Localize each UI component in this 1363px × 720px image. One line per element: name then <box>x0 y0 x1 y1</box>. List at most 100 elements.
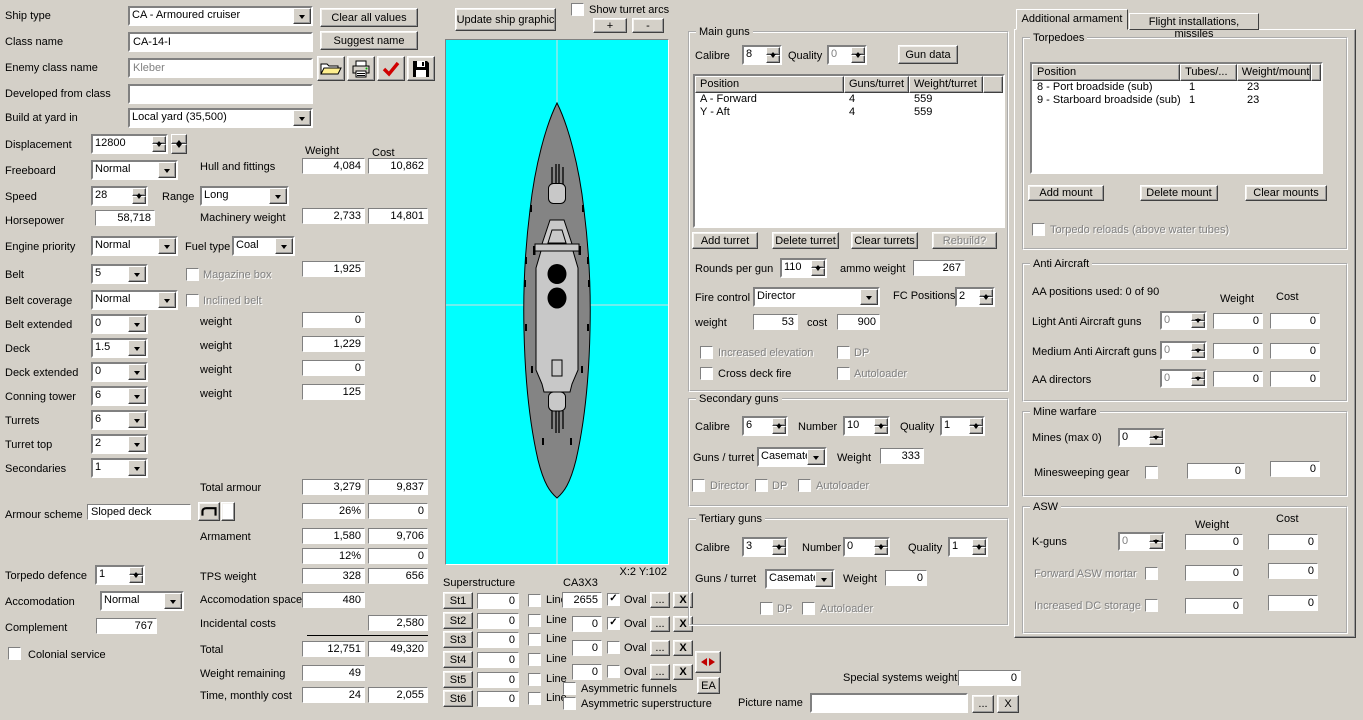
chevron-down-icon[interactable] <box>275 238 293 254</box>
k-guns-spinner[interactable]: 0 <box>1118 532 1165 551</box>
delete-mount-button[interactable]: Delete mount <box>1140 185 1218 201</box>
gun-data-button[interactable]: Gun data <box>898 45 958 64</box>
table-row[interactable]: Y - Aft 4 559 <box>695 106 1003 119</box>
st6-line-checkbox[interactable] <box>528 692 541 705</box>
magazine-box-checkbox[interactable] <box>186 268 199 281</box>
spinner-arrows[interactable] <box>1191 313 1205 328</box>
conning-tower-select[interactable]: 6 <box>91 386 148 406</box>
fc-positions-spinner[interactable]: 2 <box>955 287 995 307</box>
fuel-type-select[interactable]: Coal <box>232 236 295 256</box>
ship-graphic-canvas[interactable] <box>445 39 669 565</box>
speed-spinner[interactable]: 28 <box>91 186 148 206</box>
belt-extended-select[interactable]: 0 <box>91 314 148 334</box>
funnel3-value[interactable]: 0 <box>572 640 602 656</box>
chevron-down-icon[interactable] <box>128 340 146 356</box>
delete-turret-button[interactable]: Delete turret <box>772 232 839 249</box>
table-row[interactable]: 9 - Starboard broadside (sub) 1 23 <box>1032 94 1321 107</box>
chevron-down-icon[interactable] <box>158 238 176 254</box>
st5-button[interactable]: St5 <box>443 671 473 688</box>
spin-down-icon[interactable] <box>972 547 986 555</box>
secondary-number-spinner[interactable]: 10 <box>843 416 890 436</box>
turrets-select[interactable]: 6 <box>91 410 148 430</box>
st3-line-checkbox[interactable] <box>528 633 541 646</box>
spin-down-icon[interactable] <box>851 55 865 63</box>
funnel2-value[interactable]: 0 <box>572 616 602 632</box>
belt-coverage-select[interactable]: Normal <box>91 290 178 310</box>
spin-down-icon[interactable] <box>1191 321 1205 329</box>
funnel4-oval-checkbox[interactable] <box>607 665 620 678</box>
mines-spinner[interactable]: 0 <box>1118 428 1165 447</box>
spinner-arrows[interactable] <box>969 418 983 434</box>
spinner-arrows[interactable] <box>772 539 786 555</box>
st4-button[interactable]: St4 <box>443 651 473 668</box>
chevron-down-icon[interactable] <box>128 388 146 404</box>
spin-down-icon[interactable] <box>874 547 888 555</box>
chevron-down-icon[interactable] <box>128 316 146 332</box>
displacement-input[interactable]: 12800 <box>91 134 168 154</box>
picture-browse-button[interactable]: ... <box>972 695 994 713</box>
funnel3-delete-button[interactable]: X <box>673 640 693 656</box>
chevron-down-icon[interactable] <box>164 593 182 609</box>
flip-ship-button[interactable] <box>695 651 721 673</box>
main-quality-spinner[interactable]: 0 <box>827 45 867 65</box>
spin-down-icon[interactable] <box>766 55 780 63</box>
print-button[interactable] <box>347 56 375 81</box>
spin-down-icon[interactable] <box>1149 438 1163 446</box>
ea-button[interactable]: EA <box>697 677 720 694</box>
fire-control-select[interactable]: Director <box>753 287 880 307</box>
torpedoes-table-header[interactable]: Position Tubes/... Weight/mount <box>1032 64 1321 81</box>
chevron-down-icon[interactable] <box>815 571 833 587</box>
funnel1-browse-button[interactable]: ... <box>650 592 670 608</box>
tab-additional-armament[interactable]: Additional armament <box>1016 9 1128 30</box>
st5-line-checkbox[interactable] <box>528 673 541 686</box>
tab-flight-installations-missiles[interactable]: Flight installations, missiles <box>1129 13 1259 30</box>
st2-button[interactable]: St2 <box>443 612 473 629</box>
spinner-arrows[interactable] <box>132 188 146 204</box>
spinner-arrows[interactable] <box>979 289 993 305</box>
belt-select[interactable]: 5 <box>91 264 148 284</box>
spin-down-icon[interactable] <box>1149 542 1163 550</box>
funnel4-delete-button[interactable]: X <box>673 664 693 680</box>
spin-down-icon[interactable] <box>132 196 146 204</box>
developed-from-input[interactable] <box>128 84 313 104</box>
spinner-arrows[interactable] <box>1149 430 1163 445</box>
deck-extended-select[interactable]: 0 <box>91 362 148 382</box>
spinner-arrows[interactable] <box>874 539 888 555</box>
picture-name-input[interactable] <box>810 693 968 713</box>
chevron-down-icon[interactable] <box>860 289 878 305</box>
clear-turrets-button[interactable]: Clear turrets <box>851 232 918 249</box>
funnel4-browse-button[interactable]: ... <box>650 664 670 680</box>
secondary-mount-select[interactable]: Casemate: <box>757 447 827 467</box>
st6-button[interactable]: St6 <box>443 690 473 707</box>
chevron-down-icon[interactable] <box>293 8 311 24</box>
main-guns-table-header[interactable]: Position Guns/turret Weight/turret <box>695 76 1003 93</box>
spin-down-icon[interactable] <box>772 547 786 555</box>
add-turret-button[interactable]: Add turret <box>692 232 758 249</box>
clear-all-values-button[interactable]: Clear all values <box>320 8 418 27</box>
engine-priority-select[interactable]: Normal <box>91 236 178 256</box>
deck-select[interactable]: 1.5 <box>91 338 148 358</box>
chevron-down-icon[interactable] <box>128 412 146 428</box>
class-name-input[interactable]: CA-14-I <box>128 32 313 52</box>
spin-down-icon[interactable] <box>772 426 786 434</box>
zoom-out-button[interactable]: - <box>632 18 664 33</box>
tertiary-mount-select[interactable]: Casemate: <box>765 569 835 589</box>
column-header-weight-turret[interactable]: Weight/turret <box>909 76 983 93</box>
spin-down-icon[interactable] <box>969 426 983 434</box>
cross-deck-fire-checkbox[interactable] <box>700 367 713 380</box>
chevron-down-icon[interactable] <box>807 449 825 465</box>
displacement-extra-spinner[interactable] <box>171 134 187 154</box>
st1-button[interactable]: St1 <box>443 592 473 609</box>
st3-button[interactable]: St3 <box>443 631 473 648</box>
chevron-down-icon[interactable] <box>128 460 146 476</box>
funnel1-value[interactable]: 2655 <box>562 592 602 608</box>
suggest-name-button[interactable]: Suggest name <box>320 31 418 50</box>
spin-down-icon[interactable] <box>1191 379 1205 387</box>
column-header-tubes[interactable]: Tubes/... <box>1180 64 1237 81</box>
tertiary-calibre-spinner[interactable]: 3 <box>742 537 788 557</box>
accomodation-select[interactable]: Normal <box>100 591 184 611</box>
save-button[interactable] <box>407 56 435 81</box>
clear-mounts-button[interactable]: Clear mounts <box>1245 185 1327 201</box>
chevron-down-icon[interactable] <box>269 188 287 204</box>
funnel1-oval-checkbox[interactable]: ✓ <box>607 593 620 606</box>
